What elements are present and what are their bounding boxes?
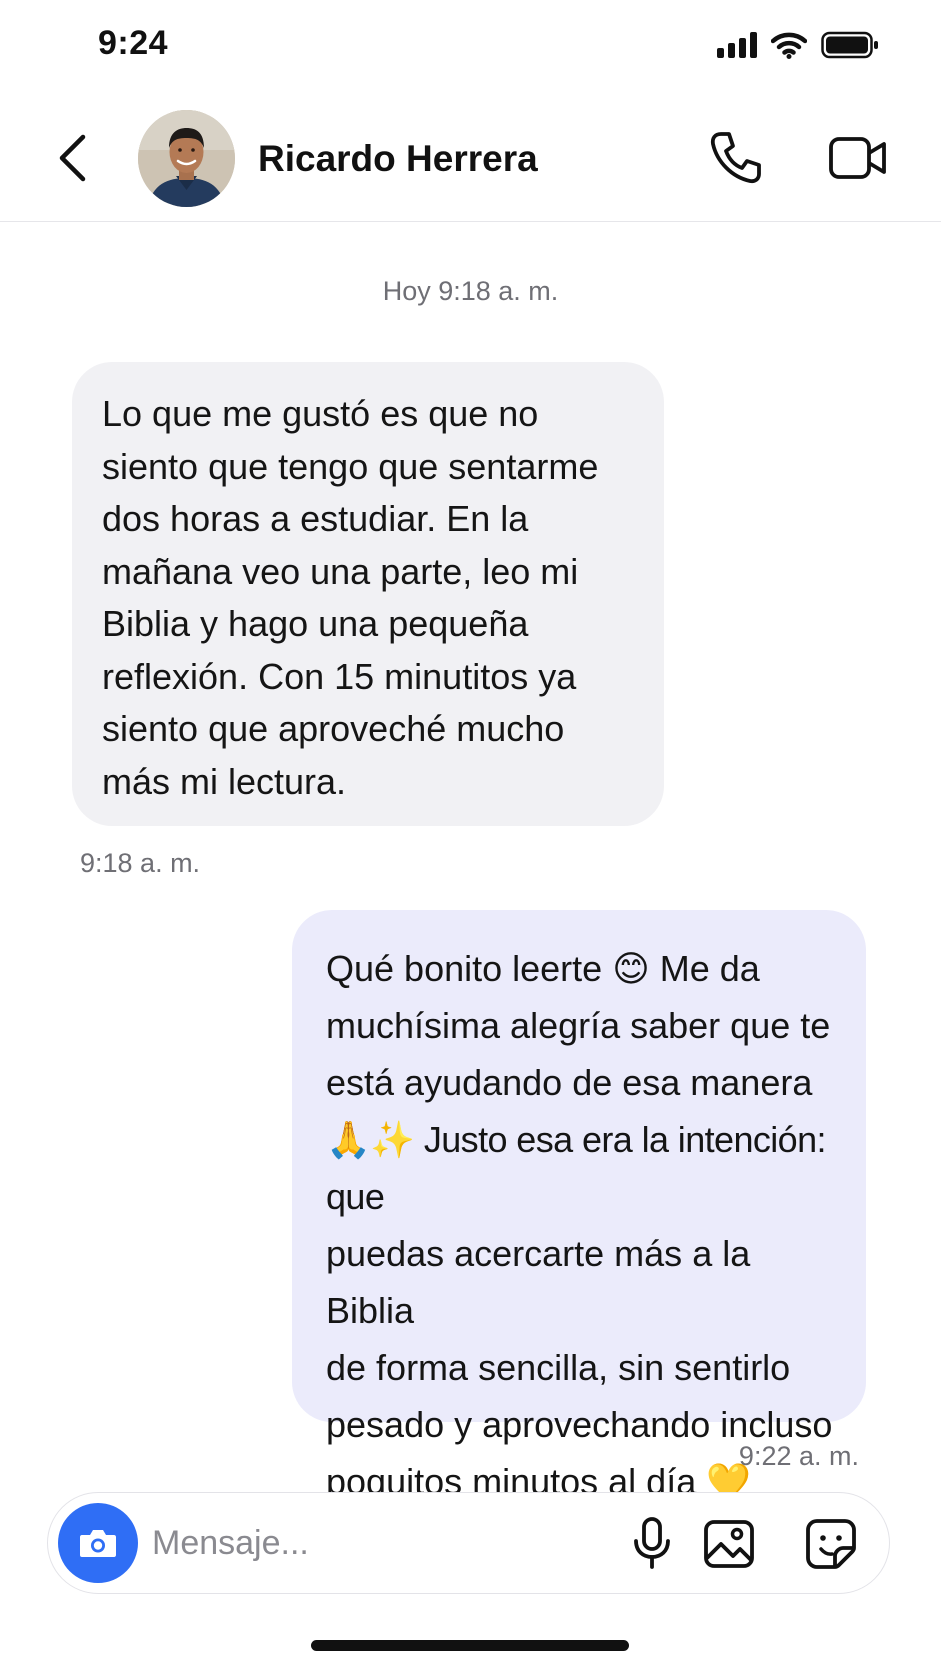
message-line: mañana veo una parte, leo mi xyxy=(102,550,579,592)
voice-call-button[interactable] xyxy=(706,128,766,188)
contact-name[interactable]: Ricardo Herrera xyxy=(258,138,538,180)
message-line: reflexión. Con 15 minutitos ya xyxy=(102,655,577,697)
home-indicator[interactable] xyxy=(311,1640,629,1651)
voice-message-button[interactable] xyxy=(624,1515,680,1571)
message-line: siento que aproveché mucho xyxy=(102,708,565,749)
back-chevron-icon xyxy=(59,134,86,182)
message-line: 🙏✨ Justo esa era la intención: que xyxy=(326,1119,827,1217)
date-separator: Hoy 9:18 a. m. xyxy=(382,276,559,306)
message-timestamp: 9:22 a. m. xyxy=(738,1441,859,1471)
sticker-button[interactable] xyxy=(802,1515,860,1573)
chat-header: Ricardo Herrera xyxy=(0,100,941,222)
sticker-icon xyxy=(806,1519,856,1569)
status-icons xyxy=(717,30,879,60)
avatar[interactable] xyxy=(138,110,235,207)
message-line: más mi lectura. xyxy=(102,760,347,802)
phone-icon xyxy=(710,132,761,184)
video-camera-icon xyxy=(829,137,886,179)
message-line: muchísima alegría saber que te xyxy=(326,1005,831,1046)
message-line: de forma sencilla, sin sentirlo xyxy=(326,1347,791,1388)
message-composer xyxy=(47,1492,890,1594)
microphone-icon xyxy=(634,1517,670,1569)
avatar-photo xyxy=(138,110,235,207)
message-input[interactable] xyxy=(152,1517,592,1569)
message-timestamp: 9:18 a. m. xyxy=(80,848,201,878)
video-call-button[interactable] xyxy=(826,130,890,186)
gallery-button[interactable] xyxy=(700,1515,758,1573)
camera-icon xyxy=(80,1530,116,1557)
cellular-signal-icon xyxy=(717,32,757,58)
incoming-message-bubble[interactable]: Lo que me gustó es que no siento que ten… xyxy=(72,362,664,826)
message-line: está ayudando de esa manera xyxy=(326,1062,813,1103)
message-line: Lo que me gustó es que no xyxy=(102,393,539,434)
camera-button[interactable] xyxy=(58,1503,138,1583)
status-time: 9:24 xyxy=(98,24,169,62)
image-icon xyxy=(704,1520,754,1568)
battery-icon xyxy=(821,31,878,59)
message-line: Qué bonito leerte 😊 Me da xyxy=(326,948,760,989)
wifi-icon xyxy=(771,32,807,59)
message-line: siento que tengo que sentarme xyxy=(102,445,599,487)
back-button[interactable] xyxy=(52,128,92,188)
chat-screen: 9:24 Ricardo Herrera Hoy 9:18 a. m. Lo q… xyxy=(0,0,941,1672)
status-bar: 9:24 xyxy=(0,0,941,90)
message-line: dos horas a estudiar. En la xyxy=(102,498,529,539)
message-line: Biblia y hago una pequeña xyxy=(102,603,529,644)
outgoing-message-bubble[interactable]: Qué bonito leerte 😊 Me da muchísima aleg… xyxy=(292,910,866,1502)
message-line: puedas acercarte más a la Biblia xyxy=(326,1233,751,1331)
